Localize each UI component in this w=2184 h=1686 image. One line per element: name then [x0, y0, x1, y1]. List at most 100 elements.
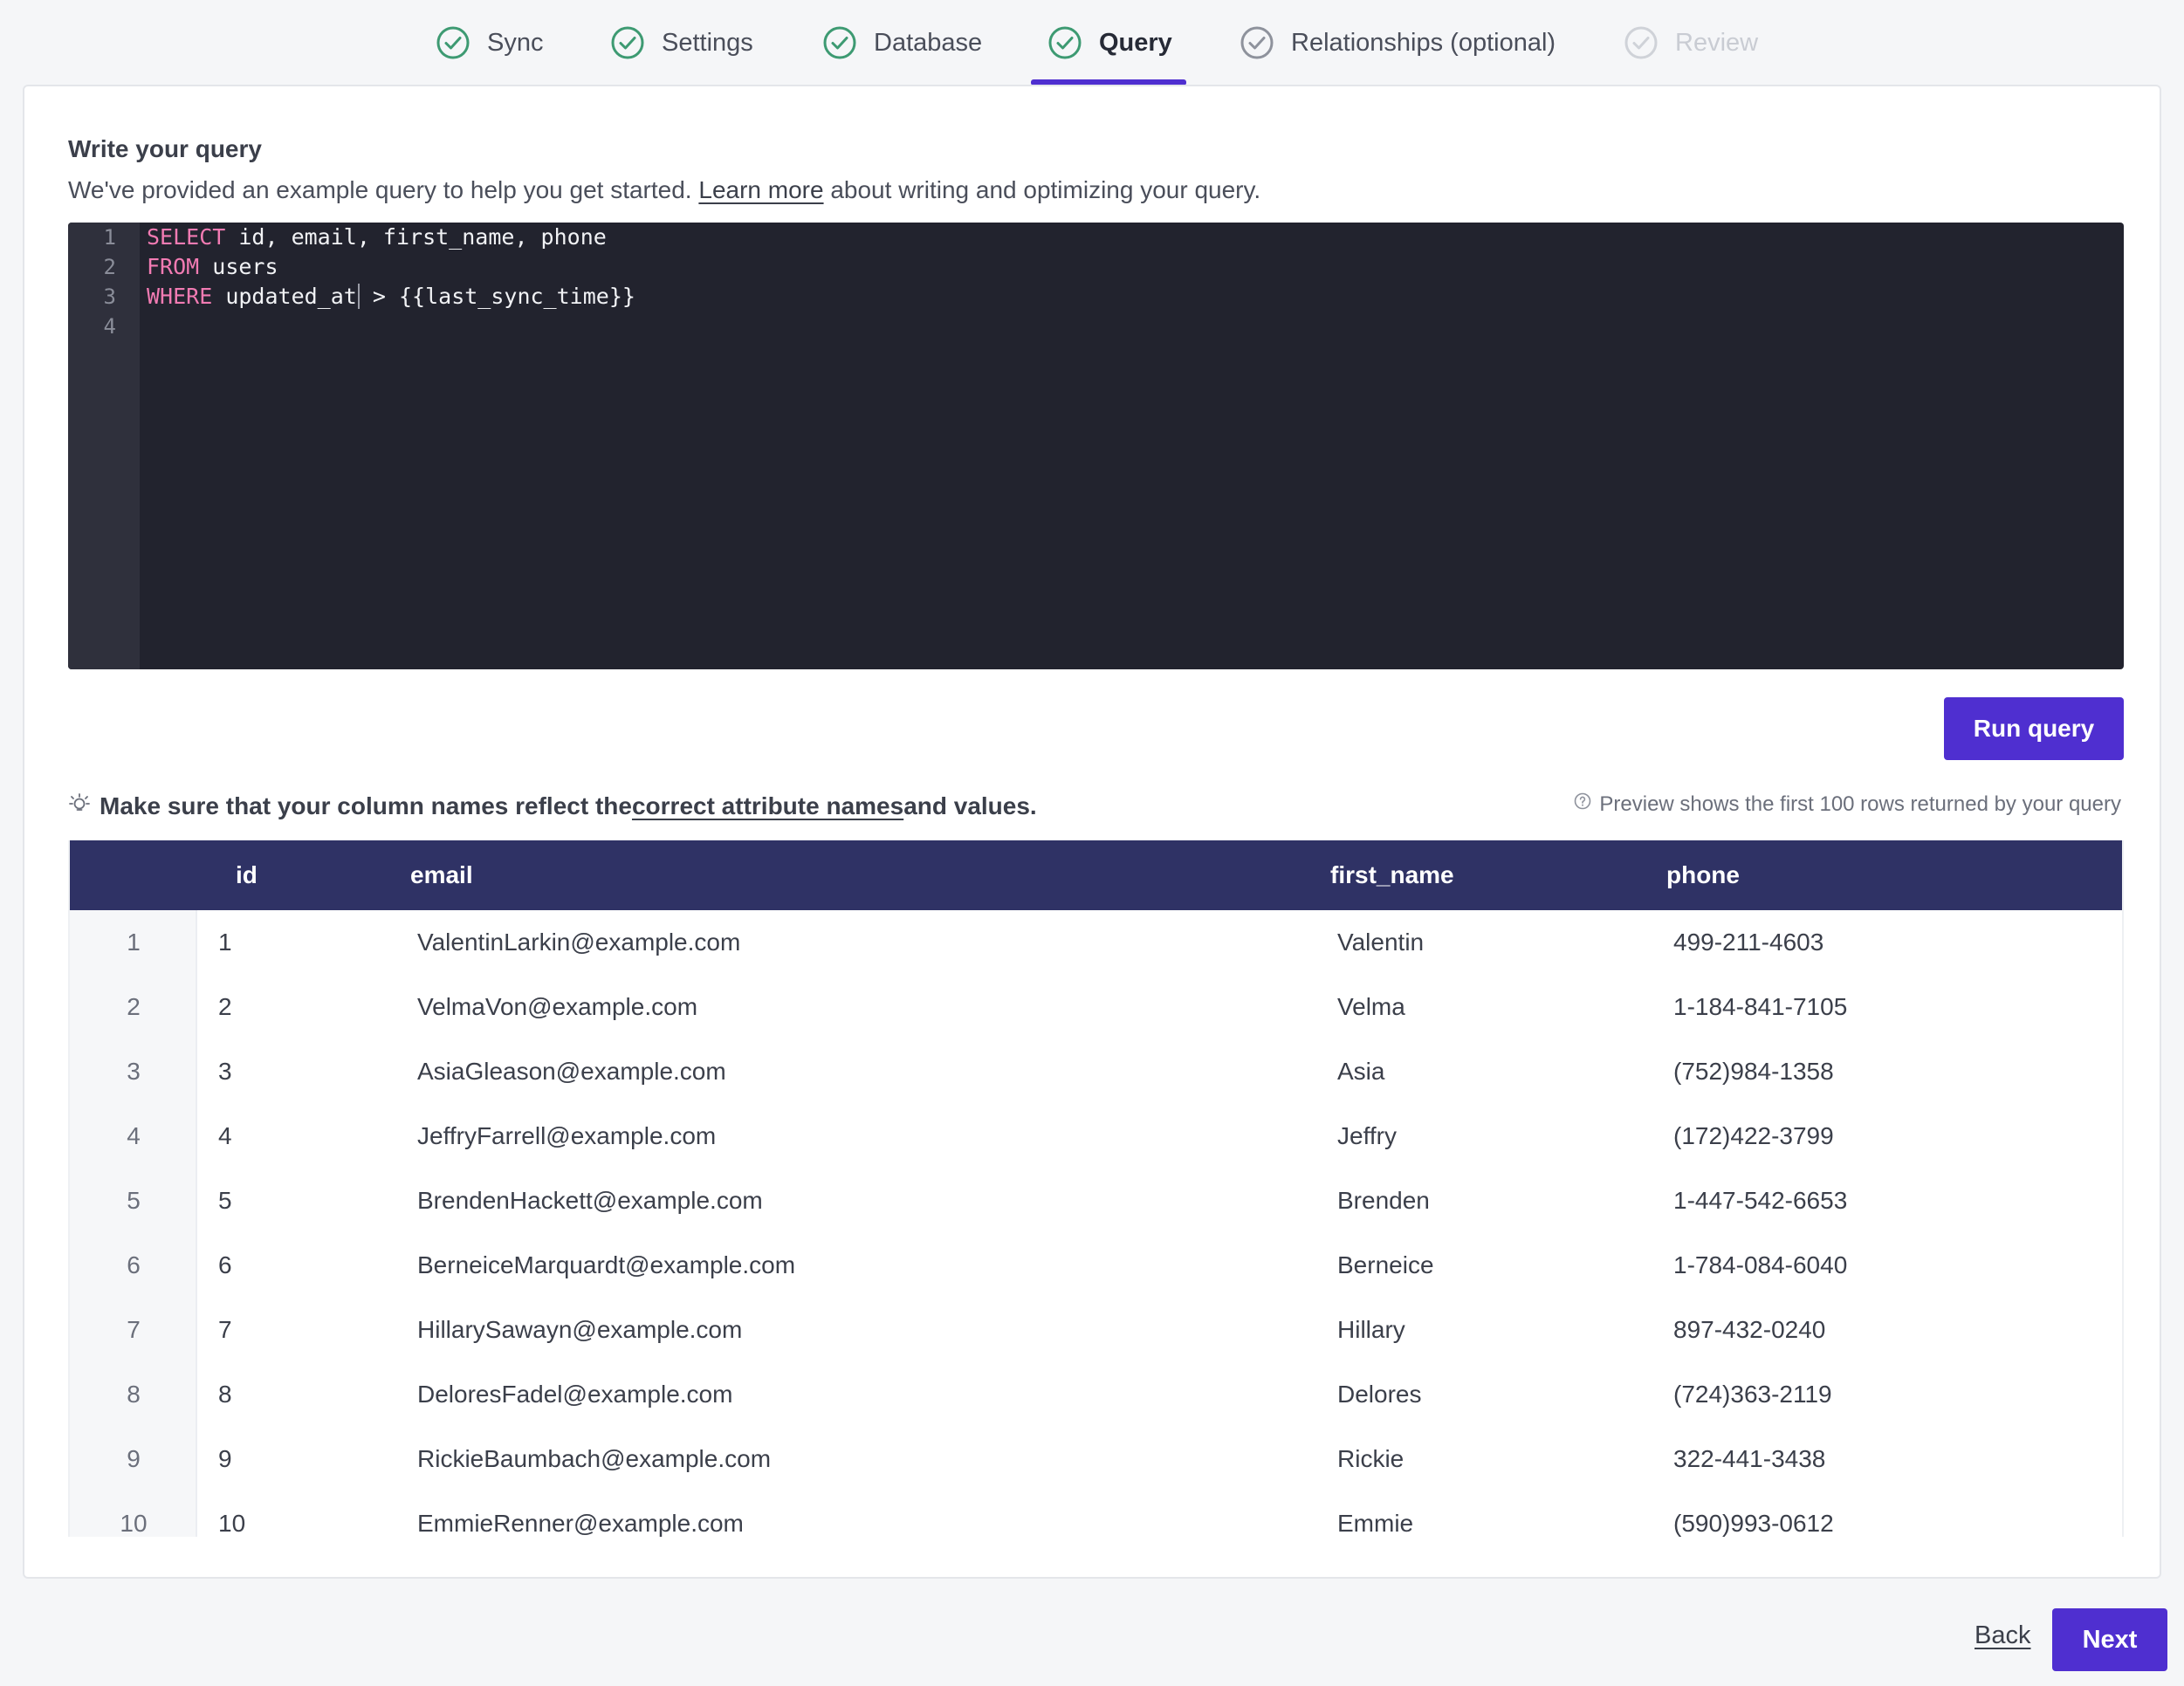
phone-cell: 322-441-3438 — [1673, 1445, 1826, 1472]
email-cell: BerneiceMarquardt@example.com — [417, 1251, 796, 1278]
results-table[interactable]: id email first_name phone 1 1 ValentinLark… — [68, 840, 2124, 1537]
phone-cell: 1-184-841-7105 — [1673, 993, 1848, 1020]
email-cell: ValentinLarkin@example.com — [417, 929, 741, 956]
row-number-cell: 9 — [127, 1445, 141, 1472]
back-link[interactable]: Back — [1975, 1621, 2030, 1650]
row-number-cell: 8 — [127, 1381, 141, 1408]
learn-more-link[interactable]: Learn more — [698, 176, 823, 203]
step-sync[interactable]: Sync — [436, 0, 543, 86]
phone-cell: (172)422-3799 — [1673, 1122, 1834, 1149]
table-header: id email first_name phone — [70, 840, 2122, 910]
table-body: 1 1 ValentinLarkin@example.com Valentin 499-… — [70, 910, 2122, 1537]
first-name-cell: Emmie — [1337, 1510, 1414, 1537]
row-number-cell: 2 — [127, 993, 141, 1020]
id-cell: 3 — [218, 1058, 232, 1085]
step-relationships[interactable]: Relationships (optional) — [1240, 0, 1556, 86]
column-header-email[interactable]: email — [410, 840, 473, 910]
first-name-cell: Jeffry — [1337, 1122, 1397, 1149]
email-cell: VelmaVon@example.com — [417, 993, 698, 1020]
email-cell: RickieBaumbach@example.com — [417, 1445, 772, 1472]
row-number-cell: 6 — [127, 1251, 141, 1278]
table-row[interactable]: 6 6 BerneiceMarquardt@example.com Berneice 1… — [70, 1233, 2122, 1298]
line-number: 1 — [103, 225, 116, 250]
query-card: Write your query We've provided an examp… — [23, 85, 2161, 1579]
section-description: We've provided an example query to help … — [68, 176, 1261, 203]
step-query[interactable]: Query — [1048, 0, 1172, 86]
column-header-phone[interactable]: phone — [1666, 840, 1740, 910]
section-title: Write your query — [68, 135, 262, 162]
check-circle-icon — [1048, 26, 1082, 59]
check-circle-icon — [611, 26, 644, 59]
row-number-cell: 4 — [127, 1122, 141, 1149]
table-row[interactable]: 10 10 EmmieRenner@example.com Emmie (590)993… — [70, 1491, 2122, 1537]
row-number-cell: 3 — [127, 1058, 141, 1085]
id-cell: 7 — [218, 1316, 232, 1343]
email-cell: EmmieRenner@example.com — [417, 1510, 744, 1537]
line-number: 2 — [103, 255, 116, 279]
phone-cell: 1-784-084-6040 — [1673, 1251, 1848, 1278]
phone-cell: 897-432-0240 — [1673, 1316, 1826, 1343]
id-cell: 6 — [218, 1251, 232, 1278]
column-names-hint: Make sure that your column names reflect… — [68, 792, 1037, 820]
table-row[interactable]: 8 8 DeloresFadel@example.com Delores (724)36… — [70, 1362, 2122, 1427]
first-name-cell: Asia — [1337, 1058, 1385, 1085]
step-label: Review — [1675, 28, 1759, 57]
step-settings[interactable]: Settings — [611, 0, 753, 86]
line-number-gutter: 1 2 3 4 — [68, 223, 140, 669]
table-row[interactable]: 3 3 AsiaGleason@example.com Asia (752)984-13… — [70, 1039, 2122, 1104]
step-database[interactable]: Database — [823, 0, 982, 86]
sql-editor[interactable]: 1 2 3 4 SELECT id, email, first_name, ph… — [68, 223, 2124, 669]
code-area[interactable]: SELECT id, email, first_name, phone FROM… — [147, 223, 635, 341]
first-name-cell: Berneice — [1337, 1251, 1434, 1278]
email-cell: JeffryFarrell@example.com — [417, 1122, 717, 1149]
run-query-button[interactable]: Run query — [1944, 697, 2124, 760]
phone-cell: (752)984-1358 — [1673, 1058, 1834, 1085]
attribute-names-link[interactable]: correct attribute names — [632, 792, 903, 820]
email-cell: HillarySawayn@example.com — [417, 1316, 743, 1343]
code-line: WHERE updated_at > {{last_sync_time}} — [147, 284, 635, 309]
row-number-cell: 7 — [127, 1316, 141, 1343]
first-name-cell: Brenden — [1337, 1187, 1430, 1214]
next-button[interactable]: Next — [2052, 1608, 2167, 1671]
id-cell: 5 — [218, 1187, 232, 1214]
check-circle-icon — [1624, 26, 1658, 59]
email-cell: AsiaGleason@example.com — [417, 1058, 726, 1085]
check-circle-icon — [823, 26, 856, 59]
help-circle-icon — [1573, 792, 1592, 817]
check-circle-icon — [436, 26, 470, 59]
code-line: SELECT id, email, first_name, phone — [147, 224, 607, 250]
phone-cell: (590)993-0612 — [1673, 1510, 1834, 1537]
phone-cell: 499-211-4603 — [1673, 929, 1824, 956]
table-row[interactable]: 9 9 RickieBaumbach@example.com Rickie 322-44… — [70, 1427, 2122, 1491]
first-name-cell: Velma — [1337, 993, 1405, 1020]
column-header-id[interactable]: id — [236, 840, 258, 910]
table-row[interactable]: 1 1 ValentinLarkin@example.com Valentin 499-… — [70, 910, 2122, 975]
table-row[interactable]: 4 4 JeffryFarrell@example.com Jeffry (172)42… — [70, 1104, 2122, 1169]
line-number: 4 — [103, 314, 116, 339]
step-label: Database — [874, 28, 983, 57]
phone-cell: (724)363-2119 — [1673, 1381, 1832, 1408]
row-number-cell: 10 — [120, 1510, 148, 1537]
check-circle-icon — [1240, 26, 1274, 59]
id-cell: 4 — [218, 1122, 232, 1149]
step-review: Review — [1624, 0, 1758, 86]
preview-note: Preview shows the first 100 rows returne… — [1573, 792, 2121, 817]
table-row[interactable]: 2 2 VelmaVon@example.com Velma 1-184-841-710… — [70, 975, 2122, 1039]
step-label: Sync — [487, 28, 544, 57]
column-header-first-name[interactable]: first_name — [1330, 840, 1454, 910]
code-line: FROM users — [147, 254, 278, 279]
first-name-cell: Delores — [1337, 1381, 1422, 1408]
id-cell: 8 — [218, 1381, 232, 1408]
id-cell: 1 — [218, 929, 232, 956]
id-cell: 2 — [218, 993, 232, 1020]
lightbulb-icon — [68, 792, 91, 820]
table-row[interactable]: 5 5 BrendenHackett@example.com Brenden 1-447… — [70, 1169, 2122, 1233]
table-row[interactable]: 7 7 HillarySawayn@example.com Hillary 897-43… — [70, 1298, 2122, 1362]
step-label: Query — [1099, 28, 1172, 57]
row-number-cell: 1 — [127, 929, 141, 956]
phone-cell: 1-447-542-6653 — [1673, 1187, 1848, 1214]
id-cell: 9 — [218, 1445, 232, 1472]
wizard-stepper: Sync Settings Database Query Relationshi… — [0, 0, 2184, 86]
first-name-cell: Rickie — [1337, 1445, 1404, 1472]
